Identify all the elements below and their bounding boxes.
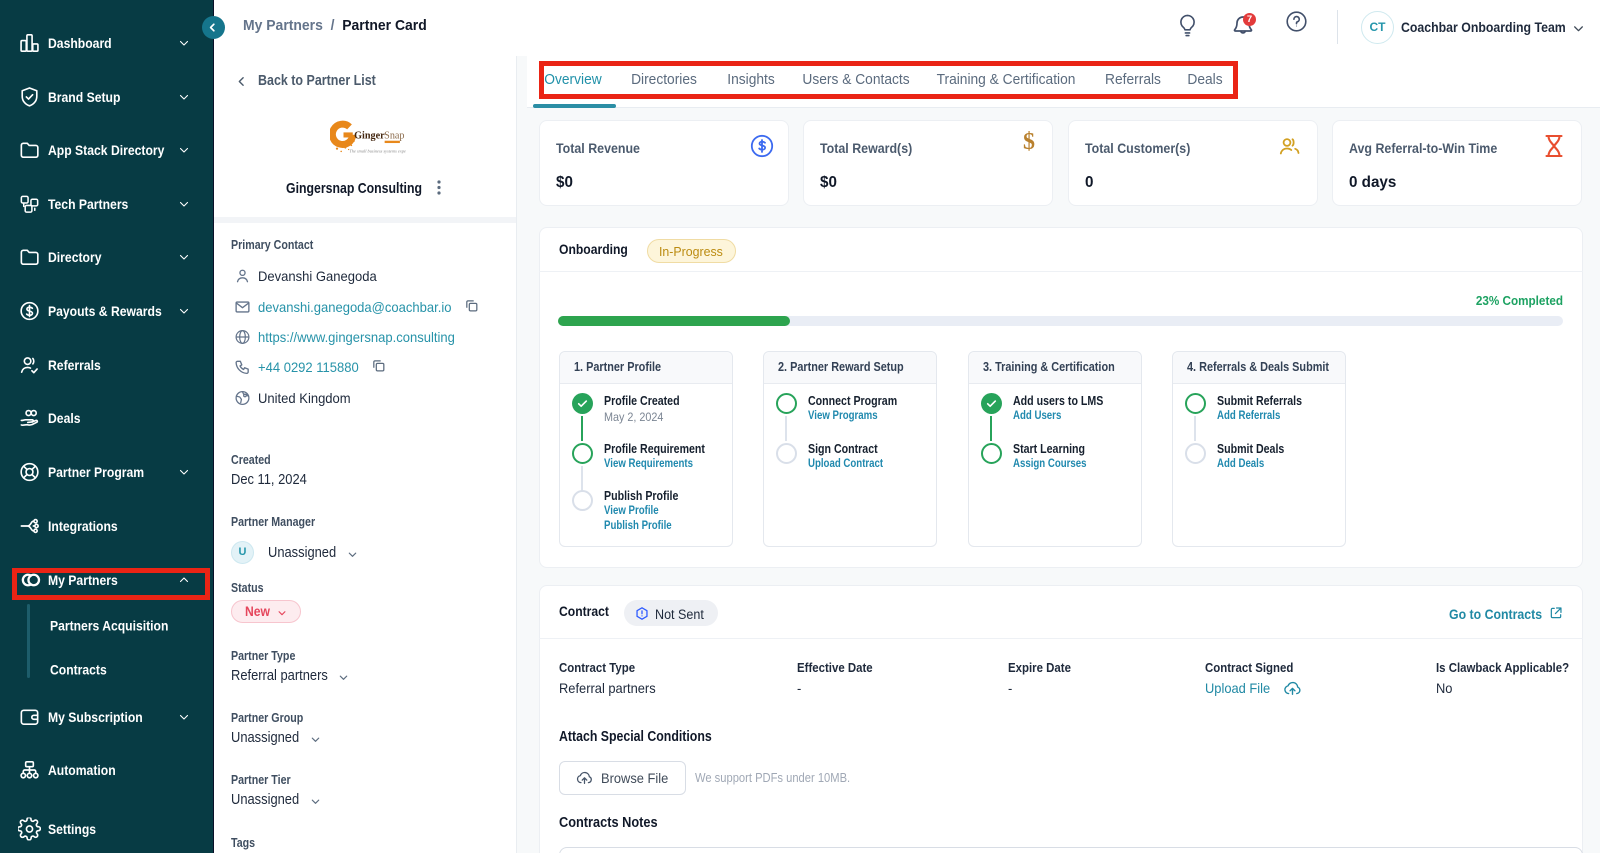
svg-text:Snap: Snap [384,130,404,141]
svg-text:Ginger: Ginger [354,130,385,141]
svg-text:The small business systems exp: The small business systems expert [349,148,406,153]
